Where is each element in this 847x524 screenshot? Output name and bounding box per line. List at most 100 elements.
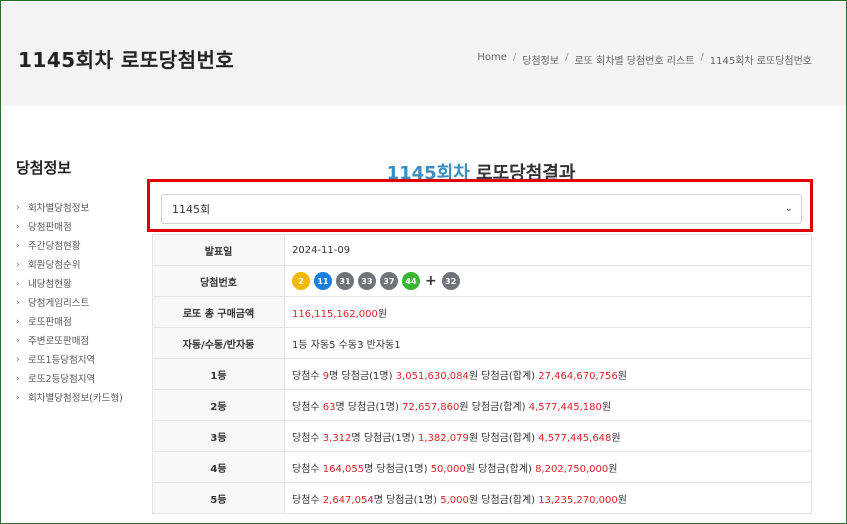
date-value: 2024-11-09 <box>284 234 812 266</box>
prize-per-person: 1,382,079 <box>417 432 469 444</box>
table-row: 로또 총 구매금액 116,115,162,000원 <box>152 296 812 328</box>
breadcrumb-current: 1145회차 로또당첨번호 <box>709 56 812 67</box>
prize-per-person: 72,657,860 <box>402 401 460 413</box>
total-label: 당첨금(합계) <box>481 370 539 382</box>
chevron-right-icon: › <box>16 298 20 308</box>
won-unit: 원 <box>468 432 482 444</box>
sidebar-menu: › 회차별당첨정보 › 당첨판매점 › 주간당첨현황 › 회원당첨순위 › 내당첨현황 ›… <box>16 202 141 411</box>
prize-rank: 3등 <box>152 420 285 452</box>
total-label: 당첨금(합계) <box>481 432 539 444</box>
sidebar-item-win-store[interactable]: › 당첨판매점 <box>16 221 141 240</box>
won-unit: 원 <box>601 401 612 413</box>
sidebar-item-first-region[interactable]: › 로또1등당첨지역 <box>16 354 141 373</box>
prize-rank: 2등 <box>152 389 285 421</box>
chevron-right-icon: › <box>16 393 20 403</box>
prize-total: 8,202,750,000 <box>535 463 609 475</box>
lotto-ball: 44 <box>402 272 420 290</box>
per-label: 당첨금(1명) <box>341 370 396 382</box>
sales-value: 116,115,162,000 <box>292 308 378 320</box>
chevron-right-icon: › <box>16 222 20 232</box>
prize-total: 4,577,445,648 <box>538 432 612 444</box>
chevron-right-icon: › <box>16 279 20 289</box>
prize-row: 5등 당첨수 2,647,054명 당첨금(1명) 5,000원 당첨금(합계) … <box>152 482 812 514</box>
date-label: 발표일 <box>152 234 285 266</box>
table-row: 발표일 2024-11-09 <box>152 234 812 266</box>
chevron-right-icon: › <box>16 355 20 365</box>
prize-row: 3등 당첨수 3,312명 당첨금(1명) 1,382,079원 당첨금(합계) … <box>152 420 812 452</box>
bonus-ball: 32 <box>441 272 460 290</box>
winning-balls: 2 11 31 33 37 44 +32 <box>292 272 811 290</box>
page-frame: 1145회차 로또당첨번호 Home / 당첨정보 / 로또 회차별 당첨번호 … <box>0 0 847 524</box>
prize-detail: 당첨수 63명 당첨금(1명) 72,657,860원 당첨금(합계) 4,57… <box>284 389 812 421</box>
prize-total: 27,464,670,756 <box>538 370 618 382</box>
won-unit: 원 <box>611 432 621 444</box>
breadcrumb-round-list[interactable]: 로또 회차별 당첨번호 리스트 <box>574 52 694 67</box>
sales-cell: 116,115,162,000원 <box>284 296 812 328</box>
chevron-right-icon: › <box>16 336 20 346</box>
prize-count: 2,647,054 <box>322 494 374 506</box>
table-row: 당첨번호 2 11 31 33 37 44 +32 <box>152 265 812 297</box>
lotto-ball: 11 <box>314 272 332 290</box>
count-label: 당첨수 <box>292 432 323 444</box>
won-unit: 원 <box>468 370 482 382</box>
round-select[interactable]: 1145회 ⌄ <box>161 194 802 224</box>
count-unit: 명 <box>329 370 342 382</box>
count-label: 당첨수 <box>292 494 323 506</box>
breadcrumb-separator: / <box>512 52 517 63</box>
sidebar-item-round-info[interactable]: › 회차별당첨정보 <box>16 202 141 221</box>
sidebar-item-game-list[interactable]: › 당첨게임리스트 <box>16 297 141 316</box>
prize-detail: 당첨수 164,055명 당첨금(1명) 50,000원 당첨금(합계) 8,2… <box>284 451 812 483</box>
lotto-ball: 37 <box>380 272 398 290</box>
prize-per-person: 3,051,630,084 <box>395 370 469 382</box>
sidebar: 당첨정보 › 회차별당첨정보 › 당첨판매점 › 주간당첨현황 › 회원당첨순위 › 내당… <box>16 157 141 411</box>
chevron-right-icon: › <box>16 241 20 251</box>
numbers-cell: 2 11 31 33 37 44 +32 <box>284 265 812 297</box>
sales-unit: 원 <box>377 308 388 320</box>
sidebar-item-nearby-store[interactable]: › 주변로또판매점 <box>16 335 141 354</box>
breadcrumb-separator: / <box>565 52 569 63</box>
total-label: 당첨금(합계) <box>481 494 539 506</box>
lotto-ball: 2 <box>292 272 310 290</box>
per-label: 당첨금(1명) <box>376 463 431 475</box>
prize-per-person: 50,000 <box>430 463 466 475</box>
chevron-down-icon: ⌄ <box>784 203 793 214</box>
prize-per-person: 5,000 <box>440 494 469 506</box>
won-unit: 원 <box>608 463 618 475</box>
count-unit: 명 <box>364 463 377 475</box>
prize-detail: 당첨수 9명 당첨금(1명) 3,051,630,084원 당첨금(합계) 27… <box>284 358 812 390</box>
prize-row: 1등 당첨수 9명 당첨금(1명) 3,051,630,084원 당첨금(합계) … <box>152 358 812 390</box>
count-unit: 명 <box>351 432 364 444</box>
sidebar-item-card-view[interactable]: › 회차별당첨정보(카드형) <box>16 392 141 411</box>
chevron-right-icon: › <box>16 260 20 270</box>
prize-detail: 당첨수 2,647,054명 당첨금(1명) 5,000원 당첨금(합계) 13… <box>284 482 812 514</box>
auto-value: 1등 자동5 수동3 반자동1 <box>284 327 812 359</box>
won-unit: 원 <box>468 494 482 506</box>
won-unit: 원 <box>617 494 627 506</box>
sidebar-item-second-region[interactable]: › 로또2등당첨지역 <box>16 373 141 392</box>
breadcrumb-home[interactable]: Home <box>477 52 507 67</box>
prize-count: 3,312 <box>322 432 352 444</box>
sidebar-item-store[interactable]: › 로또판매점 <box>16 316 141 335</box>
plus-icon: + <box>425 273 437 289</box>
sidebar-item-weekly-status[interactable]: › 주간당첨현황 <box>16 240 141 259</box>
prize-row: 4등 당첨수 164,055명 당첨금(1명) 50,000원 당첨금(합계) 8… <box>152 451 812 483</box>
sidebar-item-my-status[interactable]: › 내당첨현황 <box>16 278 141 297</box>
prize-row: 2등 당첨수 63명 당첨금(1명) 72,657,860원 당첨금(합계) 4,… <box>152 389 812 421</box>
numbers-label: 당첨번호 <box>152 265 285 297</box>
won-unit: 원 <box>459 401 472 413</box>
sidebar-item-member-rank[interactable]: › 회원당첨순위 <box>16 259 141 278</box>
breadcrumb-win-info[interactable]: 당첨정보 <box>522 52 559 67</box>
prize-detail: 당첨수 3,312명 당첨금(1명) 1,382,079원 당첨금(합계) 4,… <box>284 420 812 452</box>
prize-total: 13,235,270,000 <box>538 494 618 506</box>
page-title: 1145회차 로또당첨번호 <box>18 48 235 72</box>
sales-label: 로또 총 구매금액 <box>152 296 285 328</box>
count-label: 당첨수 <box>292 370 323 382</box>
result-table: 발표일 2024-11-09 당첨번호 2 11 31 33 37 44 +32 로또 총 … <box>152 234 812 514</box>
won-unit: 원 <box>465 463 479 475</box>
prize-rank: 1등 <box>152 358 285 390</box>
count-label: 당첨수 <box>292 463 323 475</box>
prize-rank: 4등 <box>152 451 285 483</box>
chevron-right-icon: › <box>16 374 20 384</box>
prize-rows: 1등 당첨수 9명 당첨금(1명) 3,051,630,084원 당첨금(합계) … <box>152 358 812 514</box>
page-header: 1145회차 로또당첨번호 Home / 당첨정보 / 로또 회차별 당첨번호 … <box>2 2 846 106</box>
